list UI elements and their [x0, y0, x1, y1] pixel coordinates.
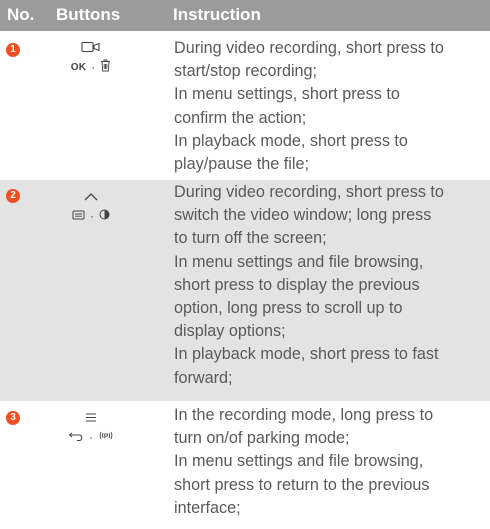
instruction-line: In menu settings, short press to	[174, 85, 400, 104]
instruction-line: display options;	[174, 322, 286, 341]
table-row: 3 · P In the recording mode, long press …	[0, 401, 490, 529]
instruction-text: During video recording, short press to s…	[174, 37, 486, 176]
instruction-text: During video recording, short press to s…	[174, 181, 486, 390]
header-no: No.	[7, 5, 35, 24]
separator-dot: ·	[89, 430, 93, 444]
instruction-line: forward;	[174, 368, 233, 387]
instruction-line: During video recording, short press to	[174, 39, 444, 57]
svg-text:P: P	[104, 433, 109, 440]
button-icons: OK ·	[56, 39, 126, 75]
separator-dot: ·	[91, 60, 96, 74]
instruction-line: to turn off the screen;	[174, 229, 327, 248]
instruction-line: In the recording mode, long press to	[174, 406, 434, 424]
table-header: No. Buttons Instruction	[0, 0, 490, 31]
instruction-line: start/stop recording;	[174, 62, 318, 81]
row-number-badge: 3	[6, 411, 20, 425]
instruction-line: option, long press to scroll up to	[174, 299, 403, 318]
button-icons: ·	[56, 188, 126, 224]
video-record-icon	[81, 40, 101, 58]
row-number-badge: 2	[6, 189, 20, 203]
button-icons: · P	[56, 409, 126, 445]
instruction-line: turn on/of parking mode;	[174, 429, 350, 448]
instruction-line: switch the video window; long press	[174, 206, 432, 225]
table-row: 2 · During video recording, short press …	[0, 180, 490, 401]
instruction-line: In playback mode, short press to	[174, 131, 408, 150]
instruction-line: During video recording, short press to	[174, 183, 444, 201]
header-buttons: Buttons	[56, 5, 121, 24]
instruction-line: confirm the action;	[174, 108, 307, 127]
contrast-icon	[99, 209, 110, 223]
chevron-up-icon	[83, 189, 99, 207]
instruction-line: interface;	[174, 498, 241, 517]
back-arrow-icon	[68, 431, 84, 444]
instruction-text: In the recording mode, long press to tur…	[174, 404, 486, 520]
button-instruction-table: No. Buttons Instruction 1 OK · During vi…	[0, 0, 490, 529]
trash-icon	[100, 59, 111, 75]
instruction-line: In playback mode, short press to fast	[174, 345, 439, 364]
instruction-line: short press to display the previous	[174, 275, 420, 294]
instruction-line: play/pause the file;	[174, 155, 309, 174]
instruction-line: short press to return to the previous	[174, 475, 430, 494]
table-row: 1 OK · During video recording, short pre…	[0, 31, 490, 180]
separator-dot: ·	[90, 209, 94, 223]
row-number-badge: 1	[6, 43, 20, 57]
menu-icon	[84, 410, 98, 428]
parking-mode-icon: P	[98, 430, 114, 444]
header-instruction: Instruction	[173, 5, 261, 24]
screen-window-icon	[72, 210, 85, 223]
instruction-line: In menu settings and file browsing,	[174, 452, 424, 471]
ok-label: OK	[70, 61, 87, 73]
instruction-line: In menu settings and file browsing,	[174, 252, 424, 271]
